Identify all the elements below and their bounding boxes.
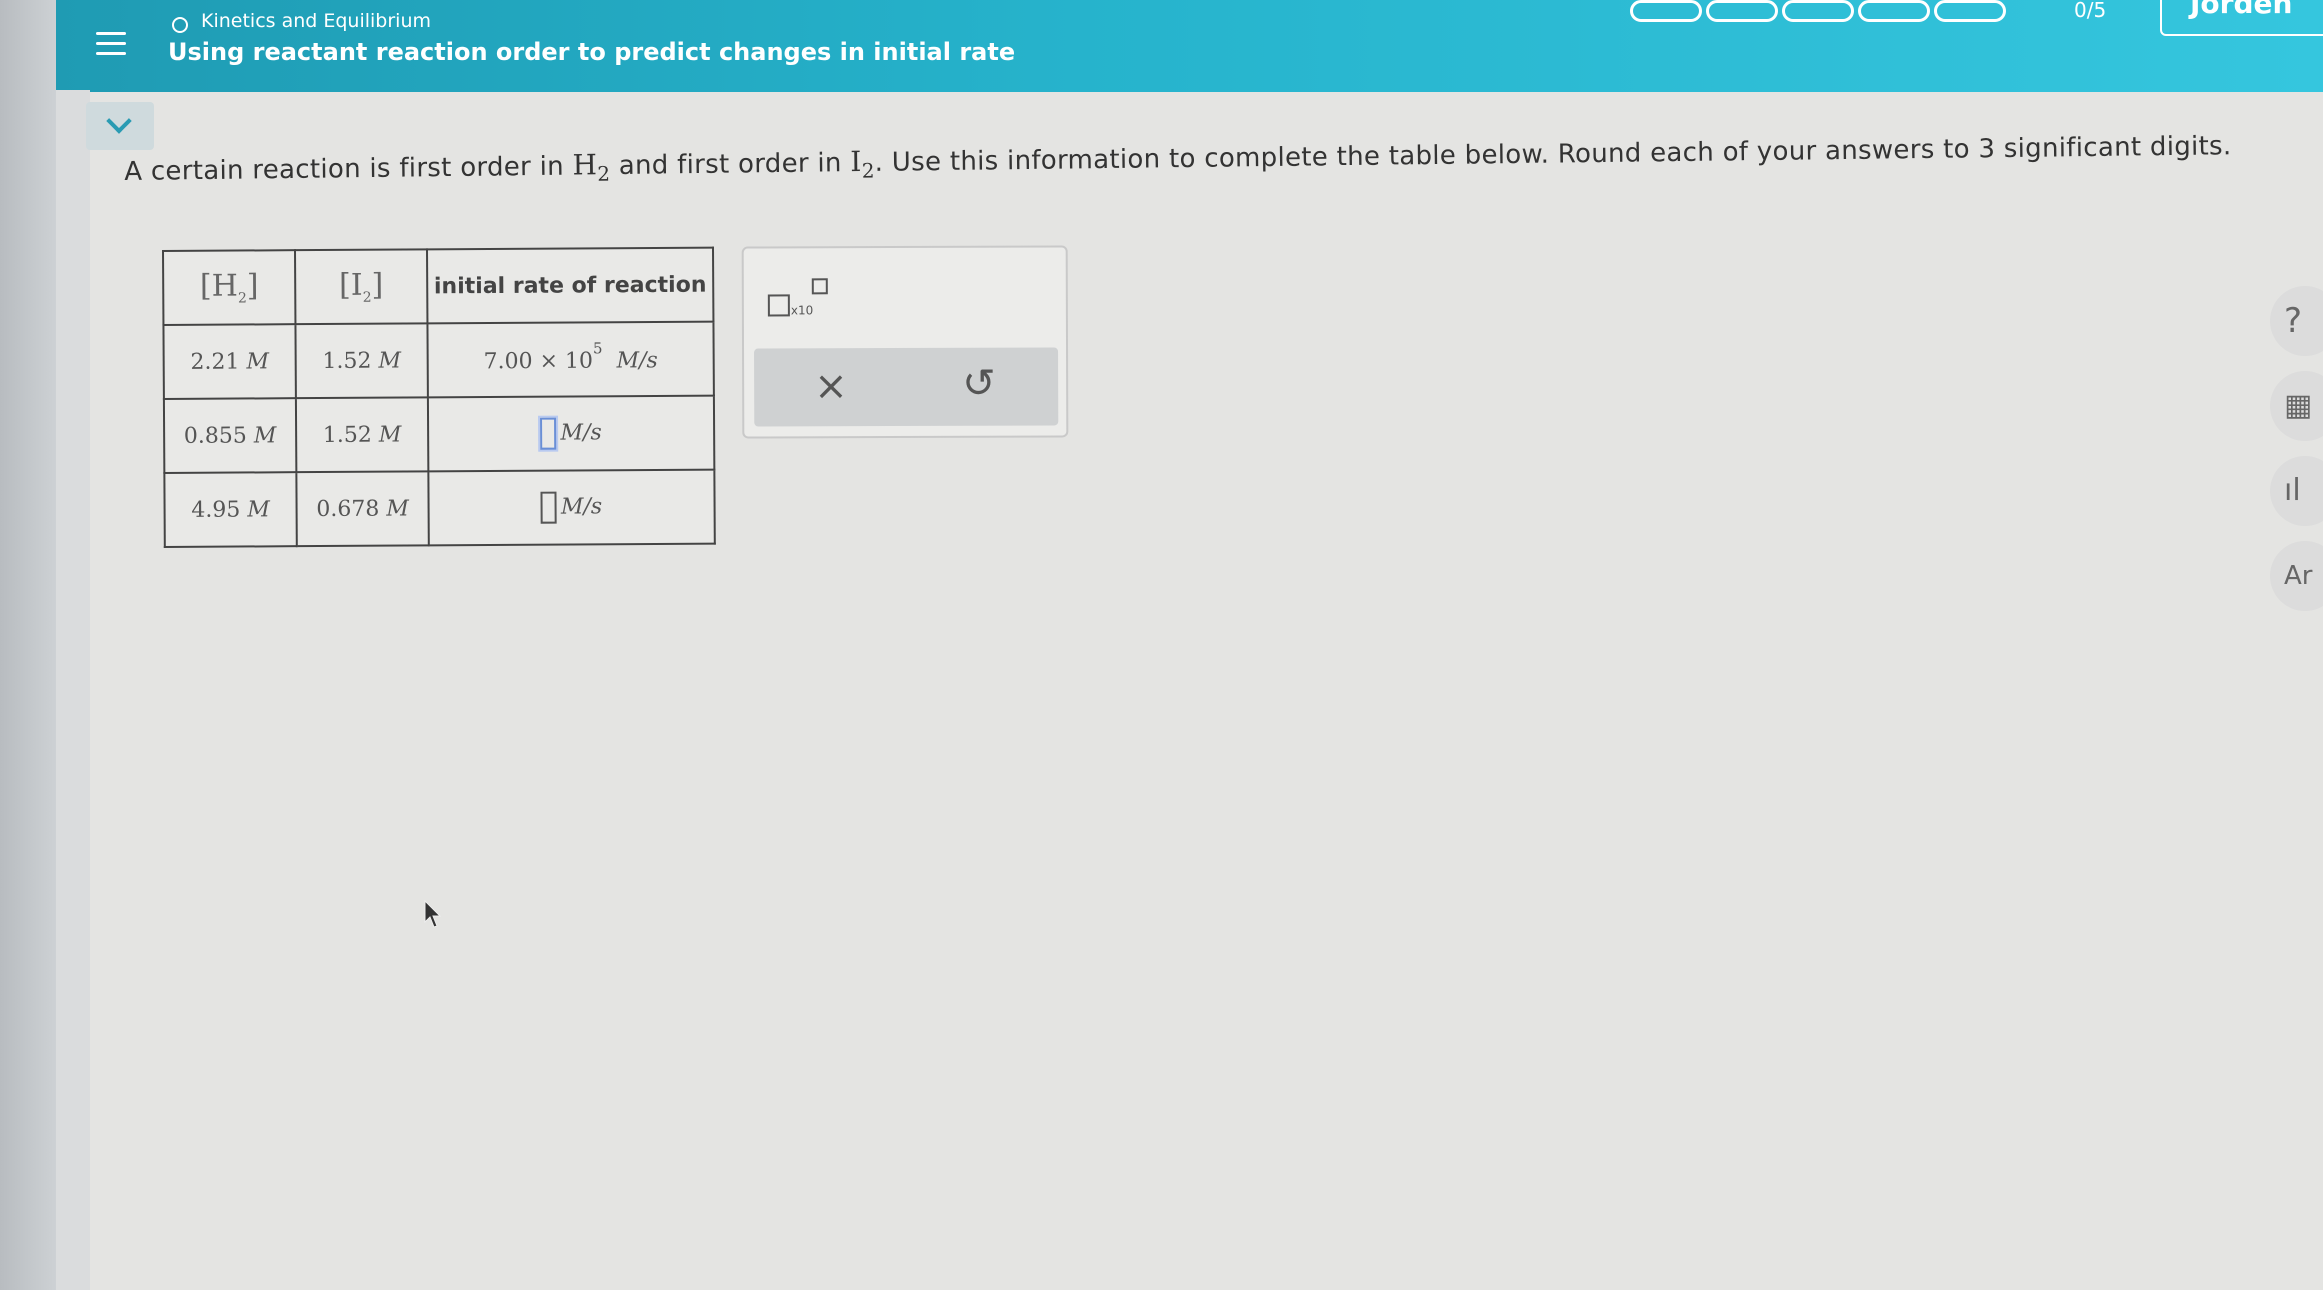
collapse-button[interactable] (86, 102, 154, 150)
action-bar: × ↺ (754, 347, 1059, 427)
cell-value: 1.52 (322, 348, 372, 374)
cell-value: 4.95 (191, 497, 241, 523)
cell-unit: M (246, 348, 270, 374)
chem-symbol: I2 (850, 144, 875, 183)
bracket: [I2] (339, 267, 384, 306)
menu-icon (96, 32, 126, 35)
table-row: 2.21 M 1.52 M 7.00 × 105 M/s (163, 321, 714, 399)
cell-value: 2.21 (190, 349, 240, 375)
table-row: 4.95 M 0.678 M M/s (164, 469, 715, 547)
cell-h2: 0.855 M (163, 398, 297, 473)
rate-base: 10 (564, 348, 594, 374)
left-strip (56, 90, 90, 1290)
progress-bar (1630, 0, 2006, 26)
rate-exponent: 5 (592, 339, 603, 358)
menu-icon-bar (96, 52, 126, 55)
table-header-row: [H2] [I2] initial rate of reaction (163, 247, 714, 325)
progress-segment (1706, 0, 1778, 22)
rate-mantissa: 7.00 (483, 348, 533, 375)
header-h2-symbol: H (211, 268, 238, 304)
rate-unit: M/s (560, 420, 602, 446)
chem-i: I (850, 144, 862, 179)
cell-value: 1.52 (322, 422, 372, 448)
rate-table: [H2] [I2] initial rate of reaction 2.21 … (162, 246, 716, 548)
base-box-icon (767, 294, 790, 317)
header-h2: [H2] (163, 250, 296, 325)
question-part: and first order in (610, 148, 851, 182)
header-i2: [I2] (295, 249, 428, 325)
header-h2-sub: 2 (237, 290, 247, 307)
chevron-down-icon (106, 108, 132, 134)
cell-i2: 1.52 M (295, 397, 429, 473)
cell-unit: M (247, 496, 270, 522)
cell-rate: M/s (427, 395, 715, 472)
screen-bezel (0, 0, 56, 1290)
cell-i2: 0.678 M (296, 471, 429, 547)
menu-button[interactable] (86, 22, 134, 66)
question-part: A certain reaction is first order in (124, 151, 573, 187)
progress-segment (1934, 0, 2006, 22)
user-menu-button[interactable]: Jorden (2160, 0, 2323, 36)
header-rate: initial rate of reaction (427, 247, 714, 324)
answer-input-row2[interactable] (540, 417, 557, 450)
chem-subscript: 2 (861, 158, 875, 183)
cell-h2: 4.95 M (164, 472, 297, 547)
page-title: Using reactant reaction order to predict… (168, 38, 1016, 66)
menu-icon-bar (96, 42, 126, 45)
progress-segment (1858, 0, 1930, 22)
undo-button[interactable]: ↺ (962, 360, 996, 408)
topic-circle-icon (172, 17, 188, 33)
table-row: 0.855 M 1.52 M M/s (163, 395, 715, 473)
cell-unit: M (386, 495, 409, 522)
cell-rate: M/s (428, 469, 715, 546)
answer-input-row3[interactable] (540, 491, 558, 524)
math-tool-panel: x10 × ↺ (741, 245, 1069, 439)
cell-value: 0.678 (316, 496, 380, 522)
chem-symbol: H2 (572, 148, 610, 186)
mouse-cursor-icon (424, 900, 442, 928)
rate-unit: M/s (560, 494, 603, 520)
rate-unit: M/s (616, 348, 658, 374)
header-bar: Kinetics and Equilibrium Using reactant … (56, 0, 2323, 92)
progress-segment (1630, 0, 1702, 22)
times-sign: × (539, 348, 559, 374)
scientific-notation-button[interactable]: x10 (767, 278, 838, 318)
cell-unit: M (378, 348, 402, 374)
cell-h2: 2.21 M (163, 324, 296, 399)
chem-subscript: 2 (597, 161, 611, 186)
bracket: [H2] (199, 268, 259, 307)
progress-segment (1782, 0, 1854, 22)
header-i2-sub: 2 (362, 289, 372, 306)
clear-button[interactable]: × (814, 362, 848, 410)
cell-unit: M (378, 422, 402, 448)
x10-label: x10 (790, 303, 814, 318)
cell-i2: 1.52 M (295, 323, 428, 399)
cell-value: 0.855 (183, 422, 247, 449)
progress-label: 0/5 (2074, 0, 2107, 22)
chem-h: H (572, 148, 598, 182)
exponent-box-icon (811, 278, 828, 295)
topic-label: Kinetics and Equilibrium (201, 10, 432, 32)
cell-unit: M (253, 422, 277, 448)
cell-rate: 7.00 × 105 M/s (427, 321, 714, 398)
header-i2-symbol: I (350, 267, 363, 303)
